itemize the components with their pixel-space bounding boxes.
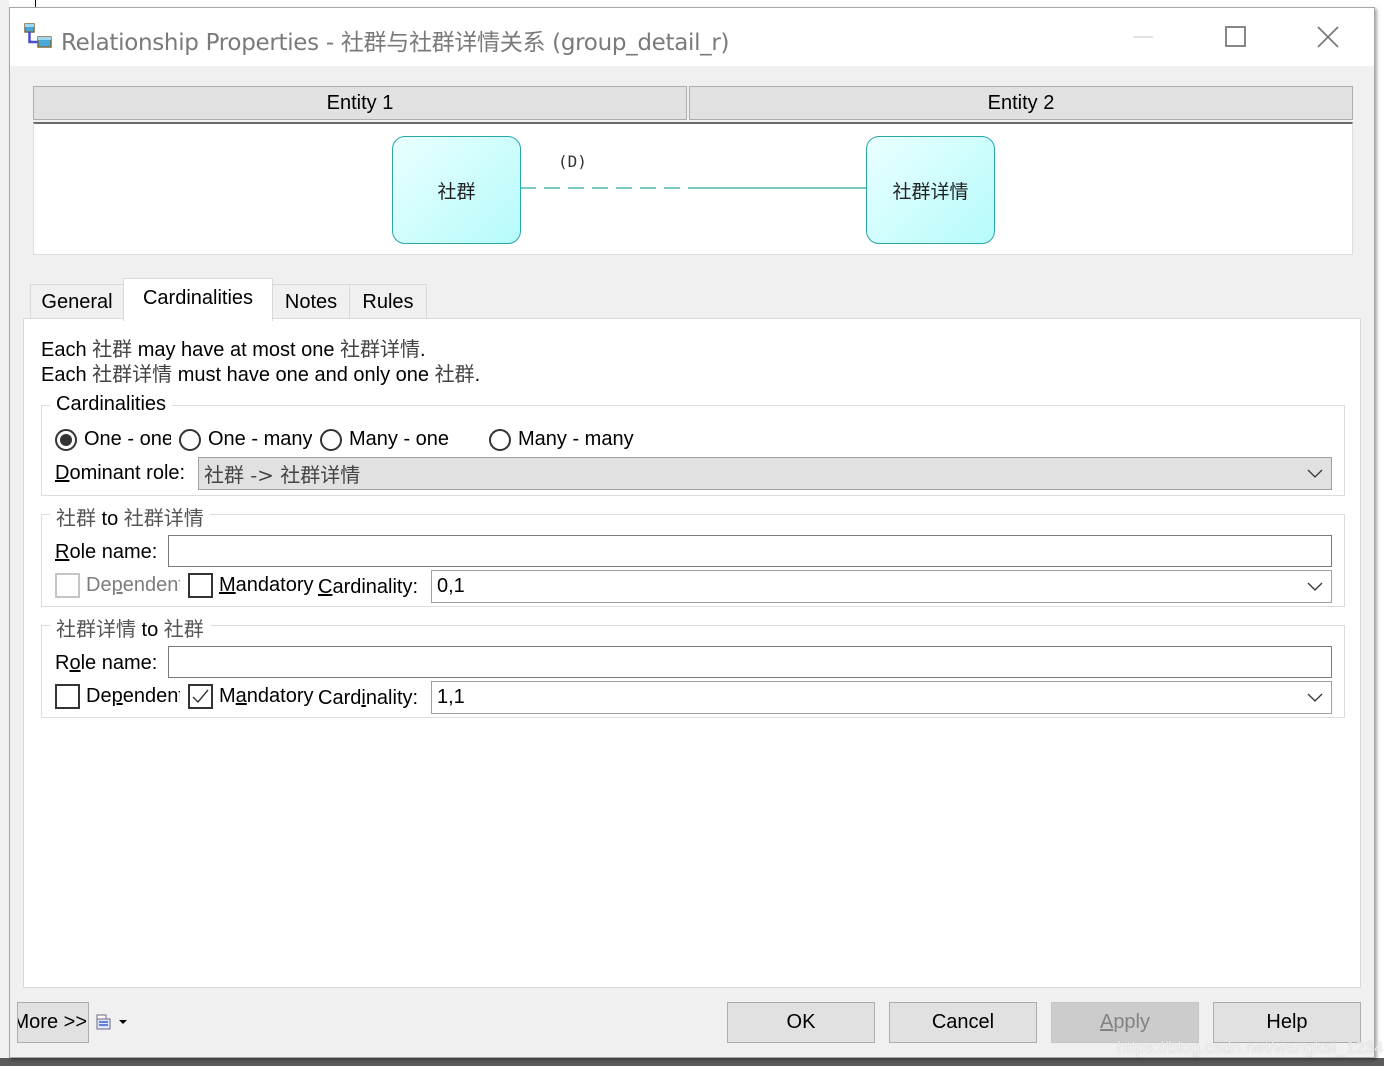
role1-dependent-checkbox[interactable]: Dependent [55, 573, 180, 598]
dominant-role-value: 社群 -> 社群详情 [204, 463, 361, 487]
more-button[interactable]: More >> [17, 1002, 89, 1043]
checkbox-box[interactable] [55, 684, 80, 709]
chevron-down-icon [1307, 582, 1323, 591]
minimize-icon [1133, 36, 1153, 38]
apply-button[interactable]: Apply [1051, 1002, 1199, 1043]
window-title: Relationship Properties - 社群与社群详情关系 (gro… [61, 30, 730, 56]
entity1-header[interactable]: Entity 1 [33, 86, 687, 120]
relationship-dependency-label: (D) [558, 152, 587, 171]
checkbox-label: Mandatory [219, 685, 314, 707]
dominant-role-label: Dominant role: [55, 462, 186, 484]
watermark-text: https://blog.csdn.net/wangkai_123456 [1117, 1038, 1384, 1057]
relationship-icon [24, 23, 52, 48]
entity1-box[interactable]: 社群 [392, 136, 521, 244]
radio-label: One - many [208, 428, 312, 450]
radio-label: Many - one [349, 428, 450, 450]
role2-group: 社群详情 to 社群 Role name: Dependent Mandator… [41, 613, 1345, 718]
role2-cardinality-value: 1,1 [437, 686, 465, 708]
entity1-name: 社群 [437, 180, 476, 203]
radio-circle[interactable] [55, 428, 77, 451]
dominant-role-dropdown[interactable]: 社群 -> 社群详情 [198, 457, 1332, 490]
cardinality-radio-group: One - one One - many Many - one Many - m… [55, 428, 636, 451]
radio-many-many[interactable]: Many - many [489, 428, 636, 451]
background-strip [0, 0, 9, 1058]
chevron-down-icon [1307, 693, 1323, 702]
role2-mandatory-checkbox[interactable]: Mandatory [188, 684, 315, 709]
relationship-line [520, 187, 866, 189]
desktop-background [0, 1058, 1384, 1066]
minimize-button[interactable] [1098, 8, 1190, 66]
radio-circle[interactable] [320, 428, 342, 451]
close-icon [1317, 26, 1339, 48]
role1-role-name-label: Role name: [55, 541, 158, 563]
role1-cardinality-value: 0,1 [437, 575, 465, 597]
tab-rules[interactable]: Rules [349, 284, 427, 320]
tab-cardinalities[interactable]: Cardinalities [123, 278, 273, 321]
relationship-properties-window: Relationship Properties - 社群与社群详情关系 (gro… [9, 7, 1384, 1058]
role2-dependent-checkbox[interactable]: Dependent [55, 684, 180, 709]
maximize-icon [1225, 26, 1246, 47]
checkbox-box[interactable] [188, 684, 213, 709]
entity2-name: 社群详情 [892, 180, 969, 203]
role2-cardinality-dropdown[interactable]: 1,1 [431, 681, 1332, 714]
cardinalities-group: Cardinalities One - one One - many Many … [41, 393, 1345, 496]
description-line-2: Each 社群详情 must have one and only one 社群. [41, 362, 481, 386]
cardinalities-group-title: Cardinalities [50, 393, 173, 416]
radio-one-one[interactable]: One - one [55, 428, 171, 451]
entity2-header[interactable]: Entity 2 [689, 86, 1353, 120]
checkmark-icon [192, 689, 209, 704]
role1-mandatory-checkbox[interactable]: Mandatory [188, 573, 315, 598]
checkbox-label: Dependent [86, 685, 180, 707]
radio-circle[interactable] [489, 428, 511, 451]
role2-role-name-label: Role name: [55, 652, 158, 674]
cancel-button[interactable]: Cancel [889, 1002, 1037, 1043]
checkbox-box[interactable] [188, 573, 213, 598]
title-bar[interactable]: Relationship Properties - 社群与社群详情关系 (gro… [10, 8, 1374, 66]
chevron-down-icon [1307, 469, 1323, 478]
radio-circle[interactable] [179, 428, 201, 451]
tab-general[interactable]: General [30, 284, 124, 320]
role2-cardinality-label: Cardinality: [318, 687, 419, 709]
relationship-diagram: 社群 社群详情 (D) [33, 122, 1353, 255]
radio-selected-dot [60, 433, 72, 446]
entity2-box[interactable]: 社群详情 [866, 136, 995, 244]
maximize-button[interactable] [1190, 8, 1282, 66]
role1-group-title: 社群 to 社群详情 [50, 502, 210, 531]
ok-button[interactable]: OK [727, 1002, 875, 1043]
tab-notes[interactable]: Notes [272, 284, 350, 320]
close-button[interactable] [1282, 8, 1374, 66]
checkbox-box[interactable] [55, 573, 80, 598]
radio-label: Many - many [518, 428, 634, 450]
role2-role-name-input[interactable] [168, 646, 1332, 678]
role1-group: 社群 to 社群详情 Role name: Dependent Mandator… [41, 502, 1345, 607]
radio-one-many[interactable]: One - many [179, 428, 312, 451]
checkbox-label: Mandatory [219, 574, 314, 596]
radio-many-one[interactable]: Many - one [320, 428, 481, 451]
print-icon[interactable] [96, 1014, 112, 1030]
cardinalities-panel: Each 社群 may have at most one 社群详情. Each … [23, 318, 1361, 988]
checkbox-label: Dependent [86, 574, 180, 596]
role1-role-name-input[interactable] [168, 535, 1332, 567]
role1-cardinality-label: Cardinality: [318, 576, 419, 598]
role1-cardinality-dropdown[interactable]: 0,1 [431, 570, 1332, 603]
role2-group-title: 社群详情 to 社群 [50, 613, 210, 642]
help-button[interactable]: Help [1213, 1002, 1361, 1043]
radio-label: One - one [84, 428, 171, 450]
print-dropdown-arrow-icon[interactable] [119, 1020, 127, 1024]
